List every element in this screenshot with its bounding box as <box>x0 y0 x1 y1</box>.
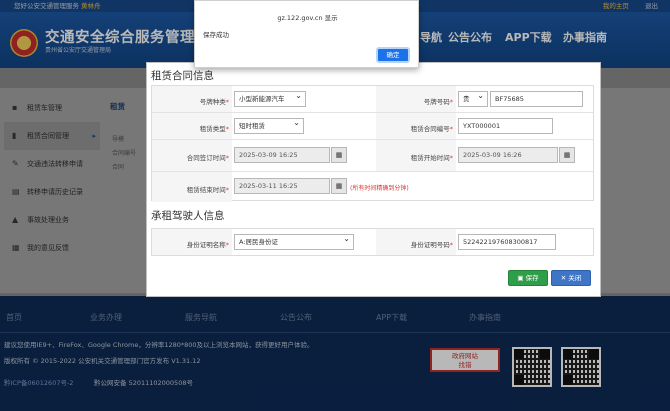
driver-form: 身份证明名称* A:居民身份证 身份证明号码* 5224221976083008… <box>151 228 594 256</box>
contract-no-label: 租赁合同编号* <box>410 125 453 133</box>
end-time-input[interactable]: 2025-03-11 16:25 <box>234 178 330 194</box>
form-row: 合同签订时间* 2025-03-09 16:25 ▦ 租赁开始时间* 2025-… <box>152 140 593 172</box>
section-title-driver: 承租驾驶人信息 <box>151 210 225 222</box>
form-row: 租赁类型* 短时租赁 租赁合同编号* YXT000001 <box>152 113 593 140</box>
alert-ok-button[interactable]: 确定 <box>376 47 410 63</box>
lease-type-select[interactable]: 短时租赁 <box>234 118 304 134</box>
vehicle-type-label: 号牌种类* <box>199 98 229 106</box>
start-time-label: 租赁开始时间* <box>410 154 453 162</box>
calendar-icon[interactable]: ▦ <box>559 147 575 163</box>
id-no-input[interactable]: 522422197608300817 <box>458 234 556 250</box>
save-icon: ▣ <box>517 274 524 282</box>
plate-prefix-select[interactable]: 贵 <box>458 91 488 107</box>
rental-contract-modal: 租赁合同信息 号牌种类* 小型新能源汽车 号牌号码* 贵 BF75685 租赁类… <box>146 62 601 297</box>
plate-no-label: 号牌号码* <box>423 98 453 106</box>
calendar-icon[interactable]: ▦ <box>331 178 347 194</box>
plate-no-input[interactable]: BF75685 <box>490 91 583 107</box>
sign-time-input[interactable]: 2025-03-09 16:25 <box>234 147 330 163</box>
id-type-select[interactable]: A:居民身份证 <box>234 234 354 250</box>
alert-host: gz.122.gov.cn 显示 <box>277 14 338 22</box>
close-icon: ✕ <box>560 274 567 282</box>
close-button[interactable]: ✕ 关闭 <box>551 270 591 286</box>
sign-time-label: 合同签订时间* <box>186 154 229 162</box>
calendar-icon[interactable]: ▦ <box>331 147 347 163</box>
lease-type-label: 租赁类型* <box>199 125 229 133</box>
id-type-label: 身份证明名称* <box>186 241 229 249</box>
save-button[interactable]: ▣ 保存 <box>508 270 548 286</box>
form-row: 身份证明名称* A:居民身份证 身份证明号码* 5224221976083008… <box>152 229 593 255</box>
end-time-label: 租赁结束时间* <box>186 186 229 194</box>
contract-form: 号牌种类* 小型新能源汽车 号牌号码* 贵 BF75685 租赁类型* 短时租赁… <box>151 85 594 202</box>
section-title-contract: 租赁合同信息 <box>151 70 214 82</box>
start-time-input[interactable]: 2025-03-09 16:26 <box>458 147 558 163</box>
vehicle-type-select[interactable]: 小型新能源汽车 <box>234 91 306 107</box>
form-row: 号牌种类* 小型新能源汽车 号牌号码* 贵 BF75685 <box>152 86 593 113</box>
form-row: 租赁结束时间* 2025-03-11 16:25 ▦ (所有时间精确到分钟) <box>152 172 593 202</box>
time-precision-note: (所有时间精确到分钟) <box>350 185 409 192</box>
contract-no-input[interactable]: YXT000001 <box>458 118 553 134</box>
alert-message: 保存成功 <box>203 31 229 39</box>
id-no-label: 身份证明号码* <box>410 241 453 249</box>
browser-alert-dialog: gz.122.gov.cn 显示 保存成功 确定 <box>194 0 419 68</box>
